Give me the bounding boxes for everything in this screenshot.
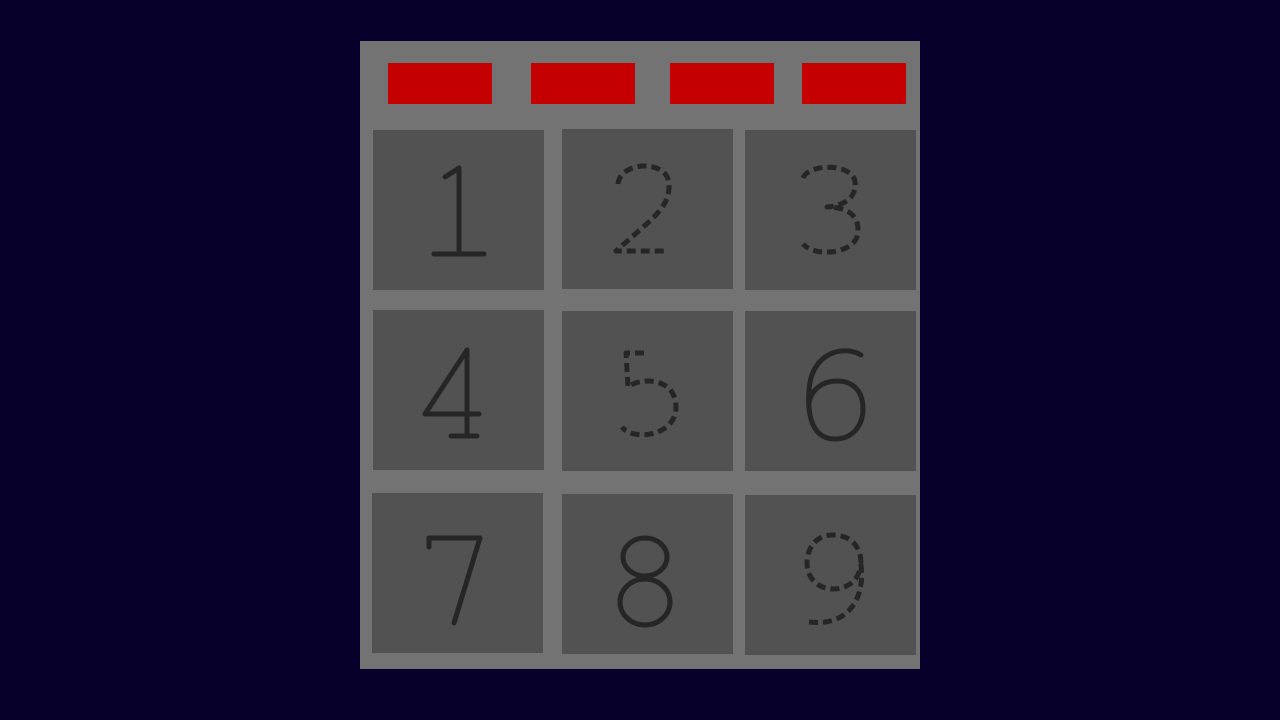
indicator-light-3 <box>670 63 774 104</box>
key-7[interactable]: 7 <box>372 493 543 653</box>
key-4[interactable]: 4 <box>373 310 544 470</box>
key-8[interactable]: 8 <box>562 494 733 654</box>
indicator-light-2 <box>531 63 635 104</box>
indicator-light-4 <box>802 63 906 104</box>
keypad-panel: 1 2 3 4 5 6 7 <box>360 41 920 669</box>
key-9[interactable]: 9 <box>745 495 916 655</box>
key-5[interactable]: 5 <box>562 311 733 471</box>
indicator-light-1 <box>388 63 492 104</box>
key-3[interactable]: 3 <box>745 130 916 290</box>
key-6[interactable]: 6 <box>745 311 916 471</box>
key-1[interactable]: 1 <box>373 130 544 290</box>
key-2[interactable]: 2 <box>562 129 733 289</box>
